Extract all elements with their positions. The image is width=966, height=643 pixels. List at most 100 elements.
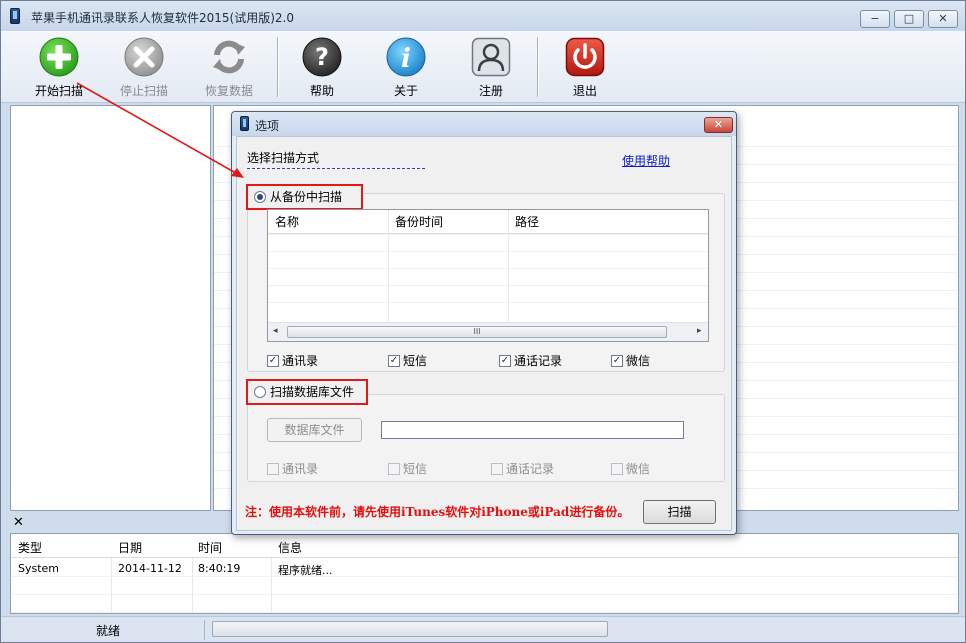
log-header-time[interactable]: 时间 <box>198 539 222 556</box>
horizontal-scrollbar[interactable]: ◂ III ▸ <box>268 322 708 341</box>
dialog-title: 选项 <box>255 119 280 133</box>
backup-scan-label: 从备份中扫描 <box>270 190 343 204</box>
exit-label: 退出 <box>572 84 597 98</box>
backup-sms-checkbox[interactable]: ✓ 短信 <box>388 352 427 369</box>
dialog-title-bar: 选项 ✕ <box>232 112 736 136</box>
checkbox-box <box>267 462 279 475</box>
window-title: 苹果手机通讯录联系人恢复软件2015(试用版)2.0 <box>31 11 294 25</box>
scan-mode-label: 选择扫描方式 <box>247 151 320 165</box>
col-header-backup-time[interactable]: 备份时间 <box>388 210 508 234</box>
db-contacts-checkbox[interactable]: 通讯录 <box>267 460 318 477</box>
checkmark-icon: ✓ <box>499 354 511 367</box>
maximize-button[interactable]: □ <box>894 10 924 28</box>
scroll-thumb[interactable]: III <box>287 326 667 338</box>
dashed-underline <box>247 168 425 169</box>
exit-button[interactable]: 退出 <box>550 37 620 99</box>
recover-data-button[interactable]: 恢复数据 <box>194 37 264 99</box>
about-label: 关于 <box>393 84 418 98</box>
checkmark-icon: ✓ <box>267 354 279 367</box>
stop-scan-label: 停止扫描 <box>119 84 168 98</box>
status-text: 就绪 <box>96 624 121 638</box>
register-button[interactable]: 注册 <box>456 37 526 99</box>
db-scan-label: 扫描数据库文件 <box>270 385 355 399</box>
backup-wechat-checkbox[interactable]: ✓ 微信 <box>611 352 650 369</box>
refresh-icon <box>213 40 245 74</box>
row-line <box>268 285 708 286</box>
checkbox-label: 短信 <box>403 354 428 368</box>
log-panel: 类型 日期 时间 信息 System 2014-11-12 8:40:19 程序… <box>10 533 959 614</box>
radio-selected-icon <box>254 190 266 203</box>
log-header-type[interactable]: 类型 <box>18 539 42 556</box>
checkbox-label: 短信 <box>403 462 428 476</box>
usage-help-link[interactable]: 使用帮助 <box>622 152 670 169</box>
radio-unselected-icon <box>254 385 266 398</box>
database-file-button[interactable]: 数据库文件 <box>267 418 362 442</box>
db-wechat-checkbox[interactable]: 微信 <box>611 460 650 477</box>
start-scan-label: 开始扫描 <box>34 84 83 98</box>
log-header: 类型 日期 时间 信息 <box>11 534 958 558</box>
db-sms-checkbox[interactable]: 短信 <box>388 460 427 477</box>
svg-text:i: i <box>401 44 411 74</box>
log-header-date[interactable]: 日期 <box>118 539 142 556</box>
row-line <box>268 234 708 235</box>
start-scan-button[interactable]: 开始扫描 <box>24 37 94 99</box>
col-header-name[interactable]: 名称 <box>268 210 388 234</box>
scroll-right-icon[interactable]: ▸ <box>697 326 702 336</box>
status-separator <box>204 620 205 640</box>
checkmark-icon: ✓ <box>388 354 400 367</box>
backup-scan-radio[interactable]: 从备份中扫描 <box>246 184 363 210</box>
close-button[interactable]: ✕ <box>928 10 958 28</box>
toolbar-separator <box>277 37 279 97</box>
recover-data-label: 恢复数据 <box>204 84 253 98</box>
plus-icon <box>39 37 79 77</box>
backup-contacts-checkbox[interactable]: ✓ 通讯录 <box>267 352 318 369</box>
checkbox-label: 通讯录 <box>282 462 319 476</box>
scroll-left-icon[interactable]: ◂ <box>273 326 278 336</box>
db-calllog-checkbox[interactable]: 通话记录 <box>491 460 554 477</box>
checkmark-icon: ✓ <box>611 354 623 367</box>
checkbox-label: 通讯录 <box>282 354 319 368</box>
dialog-close-button[interactable]: ✕ <box>704 117 733 133</box>
column-divider <box>388 210 389 322</box>
log-close-button[interactable]: ✕ <box>13 515 24 531</box>
log-row[interactable]: System 2014-11-12 8:40:19 程序就绪... <box>11 559 958 577</box>
progress-bar <box>212 621 608 637</box>
about-button[interactable]: i 关于 <box>371 37 441 99</box>
backup-note: 注：使用本软件前，请先使用iTunes软件对iPhone或iPad进行备份。 <box>245 505 630 519</box>
checkbox-box <box>388 462 400 475</box>
user-icon <box>471 37 511 77</box>
log-message: 程序就绪... <box>278 564 333 577</box>
stop-scan-button[interactable]: 停止扫描 <box>109 37 179 99</box>
checkbox-label: 通话记录 <box>506 462 555 476</box>
device-tree-pane[interactable] <box>10 105 211 511</box>
register-label: 注册 <box>478 84 503 98</box>
row-line <box>268 268 708 269</box>
backup-table[interactable]: 名称 备份时间 路径 ◂ III ▸ <box>267 209 709 342</box>
scan-button[interactable]: 扫描 <box>643 500 716 524</box>
row-line <box>268 251 708 252</box>
checkbox-label: 通话记录 <box>514 354 563 368</box>
log-date: 2014-11-12 <box>118 562 182 575</box>
row-line <box>268 302 708 303</box>
checkbox-box <box>611 462 623 475</box>
log-type: System <box>18 562 60 575</box>
db-scan-radio[interactable]: 扫描数据库文件 <box>246 379 368 405</box>
power-icon <box>565 37 605 77</box>
col-header-path[interactable]: 路径 <box>508 210 708 234</box>
toolbar-separator <box>537 37 539 97</box>
log-row <box>11 577 958 595</box>
database-path-input[interactable] <box>381 421 684 439</box>
toolbar: 开始扫描 停止扫描 恢复数据 ? 帮助 i 关于 注册 退出 <box>1 31 965 103</box>
svg-text:?: ? <box>315 43 329 71</box>
log-header-message[interactable]: 信息 <box>278 539 302 556</box>
status-bar: 就绪 <box>1 616 965 642</box>
log-row <box>11 595 958 613</box>
title-bar: 苹果手机通讯录联系人恢复软件2015(试用版)2.0 − □ ✕ <box>1 1 965 31</box>
checkbox-box <box>491 462 503 475</box>
minimize-button[interactable]: − <box>860 10 890 28</box>
checkbox-label: 微信 <box>626 354 651 368</box>
phone-app-icon <box>240 116 249 131</box>
help-button[interactable]: ? 帮助 <box>287 37 357 99</box>
log-time: 8:40:19 <box>198 562 241 575</box>
backup-calllog-checkbox[interactable]: ✓ 通话记录 <box>499 352 562 369</box>
